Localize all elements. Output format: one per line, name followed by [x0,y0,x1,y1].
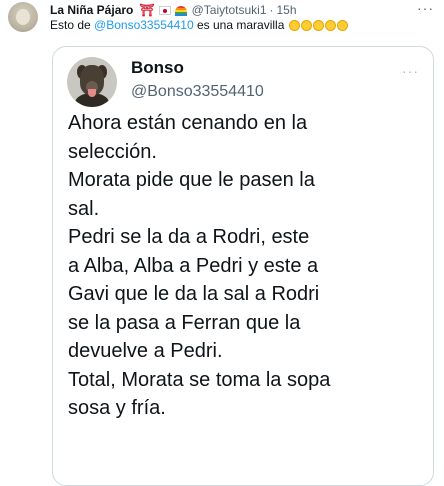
outer-tweet-header: La Niña Pájaro ⛩ @Taiytotsuki1 · 15h [50,3,297,18]
body-line: sosa y fría. [68,397,166,419]
outer-tweet-text: Esto de @Bonso33554410 es una maravilla [50,18,349,33]
outer-more-icon[interactable]: ··· [417,0,434,16]
quoted-more-icon[interactable]: ··· [402,63,419,79]
body-line: selección. [68,140,157,163]
laughing-emoji-icon [324,20,336,31]
body-line: Pedri se la da a Rodri, este [68,226,310,248]
laughing-emoji-group [288,18,349,33]
laughing-emoji-icon [300,20,312,31]
body-line: Gavi que le da la sal a Rodri [68,283,320,305]
outer-author-name[interactable]: La Niña Pájaro [50,3,133,18]
body-line: devuelve a Pedri. [68,340,223,362]
body-line: a Alba, Alba a Pedri y este a [68,254,319,277]
outer-timestamp[interactable]: 15h [277,3,297,18]
body-line: sal. [68,197,100,220]
header-separator: · [269,3,274,17]
quoted-tweet-body: Ahora están cenando en la selección. Mor… [68,109,428,423]
rainbow-flag-icon [174,5,187,16]
mention-link[interactable]: @Bonso33554410 [94,18,194,32]
torii-gate-icon: ⛩ [139,3,155,17]
quoted-avatar[interactable] [67,57,117,107]
laughing-emoji-icon [336,20,348,31]
body-line: Total, Morata se toma la sopa [68,368,331,391]
tweet-text-suffix: es una maravilla [197,18,285,32]
laughing-emoji-icon [288,20,300,31]
name-emojis: ⛩ [139,3,187,18]
body-line: Morata pide que le pasen la [68,169,315,191]
outer-avatar[interactable] [8,2,38,32]
avatar-face [16,9,30,25]
outer-handle[interactable]: @Taiytotsuki1 [192,3,267,18]
japan-flag-icon [158,6,171,15]
tweet-text-prefix: Esto de [50,18,91,32]
laughing-emoji-icon [312,20,324,31]
quoted-tweet-card[interactable]: Bonso @Bonso33554410 ··· Ahora están cen… [52,46,434,486]
quoted-handle[interactable]: @Bonso33554410 [131,82,264,102]
body-line: se la pasa a Ferran que la [68,311,301,334]
body-line: Ahora están cenando en la [68,112,308,134]
dog-mouth [88,89,96,97]
quoted-author-name[interactable]: Bonso [131,58,184,78]
